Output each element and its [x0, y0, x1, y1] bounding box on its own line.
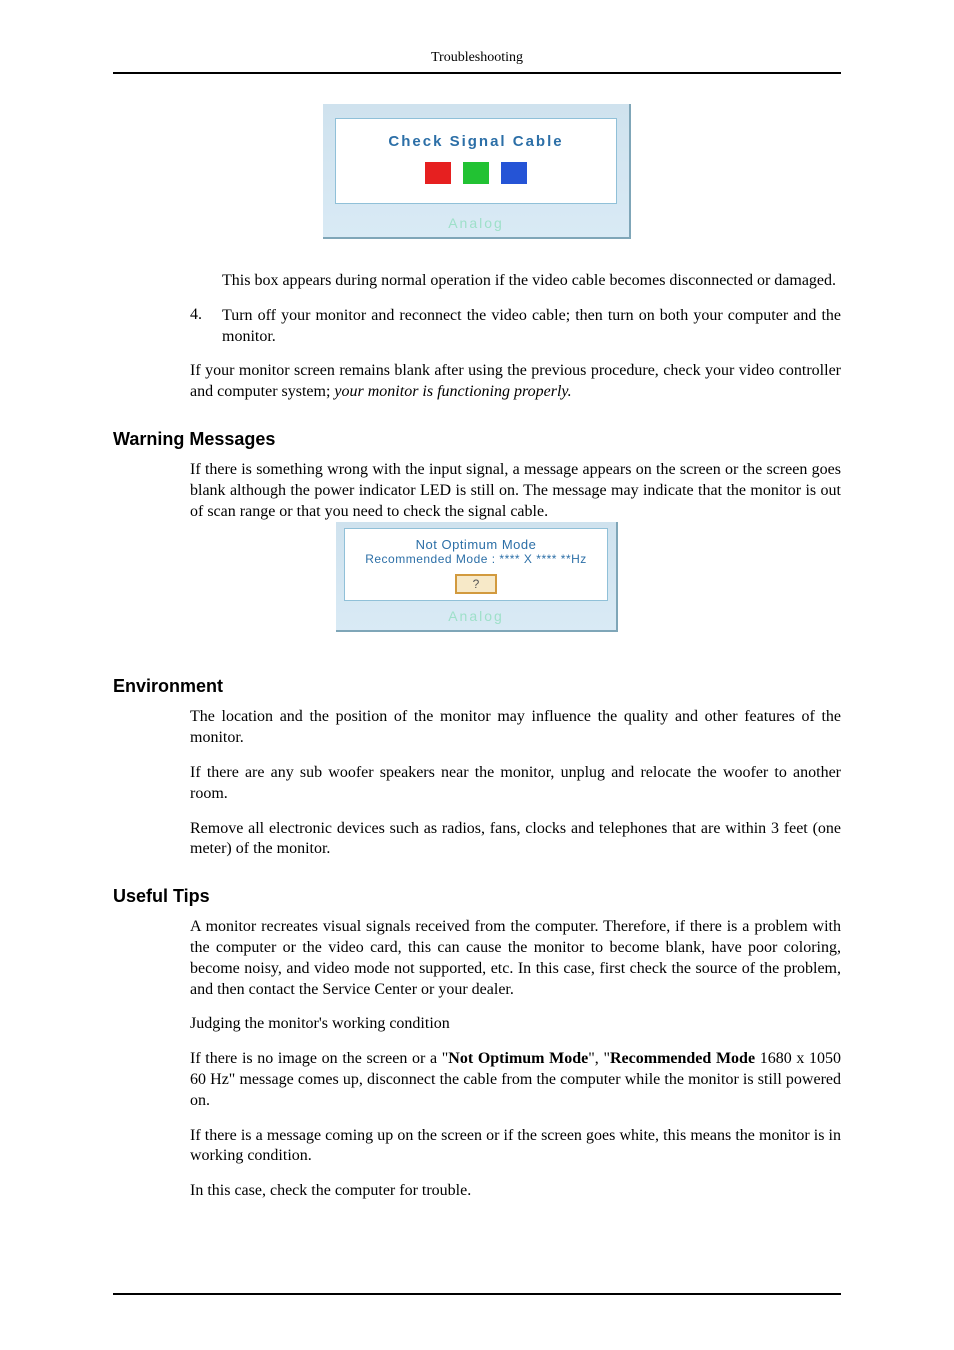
check-signal-title: Check Signal Cable — [336, 133, 616, 150]
check-signal-footer: Analog — [323, 212, 629, 237]
check-signal-dialog: Check Signal Cable Analog — [323, 104, 631, 239]
environment-p2: If there are any sub woofer speakers nea… — [190, 763, 841, 805]
tips-p5: In this case, check the computer for tro… — [190, 1181, 841, 1202]
step-4-row: 4. Turn off your monitor and reconnect t… — [190, 306, 841, 348]
warning-messages-heading: Warning Messages — [113, 429, 841, 450]
tips-p3-pre: If there is no image on the screen or a … — [190, 1050, 448, 1067]
not-optimum-footer: Analog — [336, 605, 616, 630]
tips-p3-bold1: Not Optimum Mode — [448, 1050, 588, 1067]
post-step4-note: If your monitor screen remains blank aft… — [190, 361, 841, 403]
not-optimum-dialog: Not Optimum Mode Recommended Mode : ****… — [336, 522, 618, 632]
tips-p4: If there is a message coming up on the s… — [190, 1126, 841, 1168]
tips-p3-bold2: Recommended Mode — [610, 1050, 755, 1067]
not-optimum-line1: Not Optimum Mode — [349, 537, 603, 552]
rgb-indicator — [336, 162, 616, 189]
step-4-text: Turn off your monitor and reconnect the … — [222, 306, 841, 348]
fig1-caption: This box appears during normal operation… — [222, 271, 841, 292]
environment-p3: Remove all electronic devices such as ra… — [190, 819, 841, 861]
blue-square-icon — [501, 162, 527, 184]
not-optimum-help-button[interactable]: ? — [455, 574, 498, 594]
red-square-icon — [425, 162, 451, 184]
footer-rule — [113, 1293, 841, 1295]
tips-p3: If there is no image on the screen or a … — [190, 1049, 841, 1111]
tips-p1: A monitor recreates visual signals recei… — [190, 917, 841, 1000]
step-4-number: 4. — [190, 306, 222, 348]
tips-p3-mid: ", " — [588, 1050, 610, 1067]
post-step4-italic: your monitor is functioning properly. — [334, 383, 571, 400]
warning-messages-p1: If there is something wrong with the inp… — [190, 460, 841, 522]
tips-p2: Judging the monitor's working condition — [190, 1014, 841, 1035]
environment-p1: The location and the position of the mon… — [190, 707, 841, 749]
environment-heading: Environment — [113, 676, 841, 697]
not-optimum-line2: Recommended Mode : **** X **** **Hz — [349, 552, 603, 566]
green-square-icon — [463, 162, 489, 184]
page-header: Troubleshooting — [113, 50, 841, 66]
useful-tips-heading: Useful Tips — [113, 886, 841, 907]
